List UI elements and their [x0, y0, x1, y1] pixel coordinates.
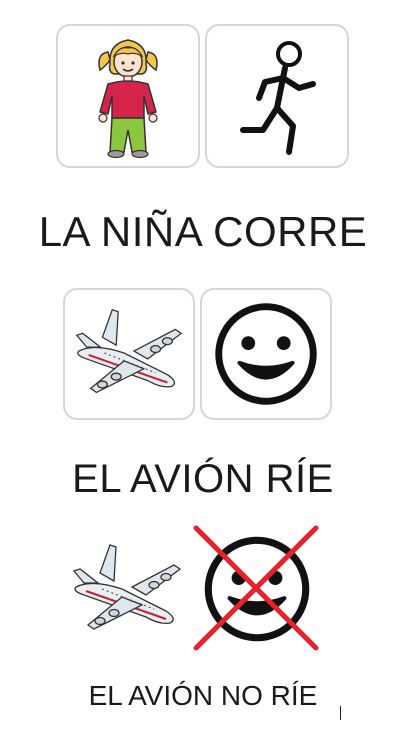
negation-cross-icon	[193, 525, 319, 651]
airplane-icon	[75, 308, 183, 394]
airplane-icon	[72, 544, 182, 630]
running-person-icon	[240, 41, 316, 155]
sentence-2: EL AVIÓN RÍE	[72, 457, 334, 501]
sentence-3: EL AVIÓN NO RÍE	[88, 680, 318, 711]
crossed-out-smiling-face-pictogram	[190, 522, 322, 654]
airplane-pictogram-free	[60, 535, 194, 645]
airplane-pictogram-card	[63, 288, 195, 420]
smiling-face-pictogram-card	[200, 288, 332, 420]
girl-pictogram-card	[56, 24, 200, 168]
crossed-out-smiling-face-icon	[193, 525, 319, 651]
text-cursor	[340, 706, 341, 720]
girl-icon	[98, 39, 158, 159]
sentence-1: LA NIÑA CORRE	[38, 208, 368, 255]
smiling-face-icon	[215, 303, 317, 405]
running-person-pictogram-card	[205, 24, 349, 168]
